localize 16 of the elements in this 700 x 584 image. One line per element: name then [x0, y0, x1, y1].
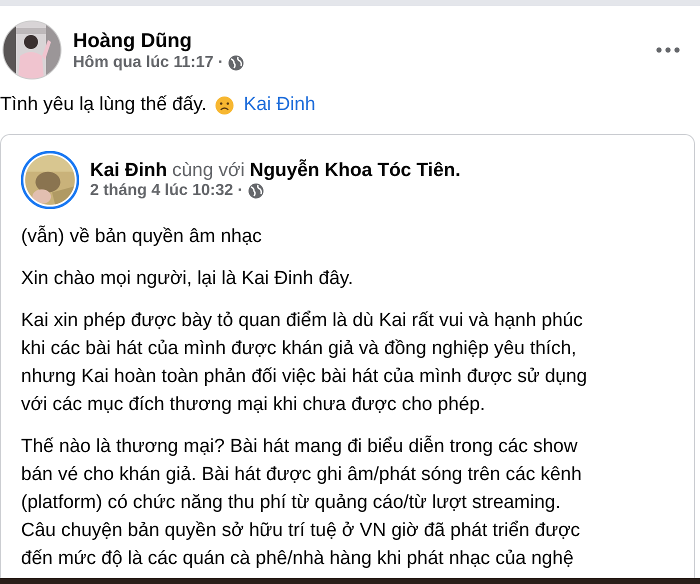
post-paragraph: (vẫn) về bản quyền âm nhạc	[21, 224, 262, 249]
post-paragraph: Xin chào mọi người, lại là Kai Đinh đây.	[21, 267, 354, 291]
sad-face-icon	[214, 96, 234, 114]
tagged-name[interactable]: Nguyễn Khoa Tóc Tiên.	[250, 160, 461, 182]
post-paragraph: Kai xin phép được bày tỏ quan điểm là dù Kai rất vui và hạnh phúc khi các bài hát của mình được khán giả và đồng nghiệp yêu thích, nhưng Kai hoàn toàn phản đối việc bài hát của mình được sử dụng với các mục đích thương mại khi chưa được cho phép.	[21, 309, 588, 417]
with-label: cùng với	[172, 160, 245, 182]
post-paragraph: Thế nào là thương mại? Bài hát mang đi biểu diễn trong các show bán vé cho khán giả. Bài hát được ghi âm/phát sóng trên các kênh (platform) có chức năng thu phí từ quảng cáo/từ lượt streaming. Câu chuyện bản quyền sở hữu trí tuệ ở VN giờ đã phát triển được đến mức độ là các quán cà phê/nhà hàng khi phát nhạc của nghệ	[21, 434, 582, 571]
globe-icon	[228, 55, 244, 71]
author-name[interactable]: Kai Đinh	[90, 160, 168, 182]
post-time[interactable]: 2 tháng 4 lúc 10:32 ·	[90, 182, 243, 200]
more-options-icon[interactable]	[656, 47, 680, 53]
mention-link[interactable]: Kai Đinh	[244, 94, 316, 116]
author-name[interactable]: Hoàng Dũng	[73, 28, 192, 54]
post-time[interactable]: Hôm qua lúc 11:17 ·	[73, 54, 224, 72]
post-text: Tình yêu lạ lùng thế đấy.	[0, 94, 207, 116]
globe-icon	[248, 183, 264, 199]
